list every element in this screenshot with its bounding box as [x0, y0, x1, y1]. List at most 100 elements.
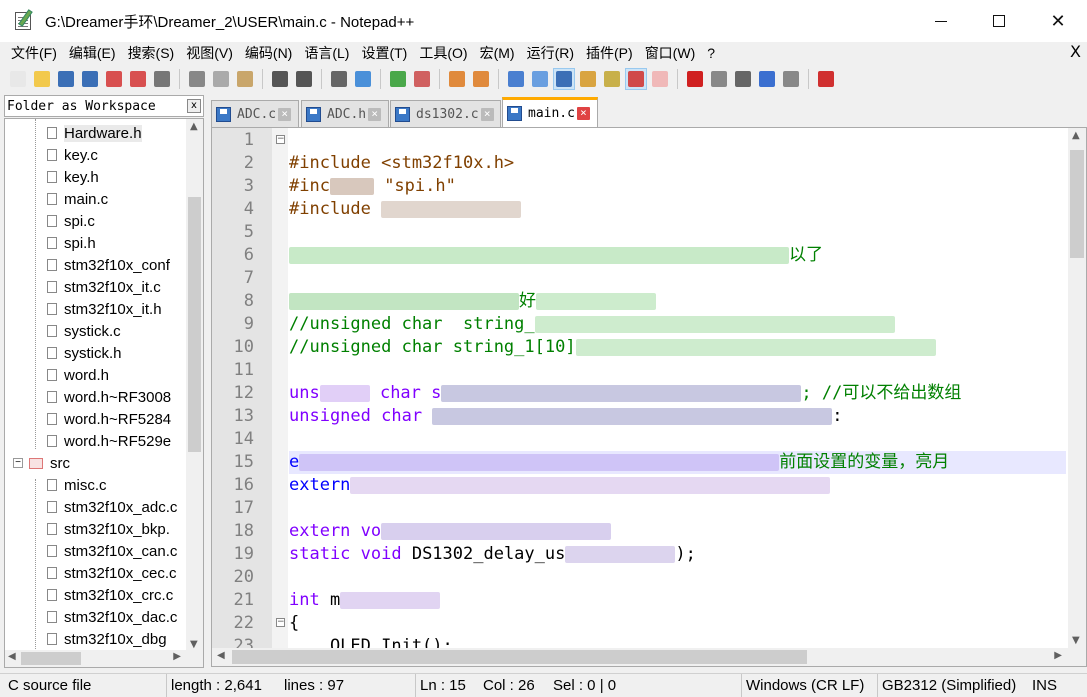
record-macro-button[interactable] [685, 69, 705, 89]
scroll-left-icon[interactable]: ◀ [217, 650, 225, 661]
scroll-right-icon[interactable]: ▶ [1054, 650, 1062, 661]
tree-file[interactable]: spi.h [5, 232, 189, 254]
fold-collapse-icon[interactable]: − [276, 135, 285, 144]
scroll-up-icon[interactable]: ▲ [190, 121, 198, 132]
collapse-icon[interactable]: − [13, 458, 23, 468]
status-encoding[interactable]: GB2312 (Simplified) [877, 674, 1016, 697]
zoom-out-button[interactable] [412, 69, 432, 89]
run-macro-multiple-button[interactable] [757, 69, 777, 89]
open-file-button[interactable] [32, 69, 52, 89]
word-wrap-button[interactable] [506, 69, 526, 89]
document-tab[interactable]: ADC.h × [301, 100, 389, 127]
document-tab[interactable]: main.c × [502, 97, 598, 127]
tab-close-icon[interactable]: × [368, 107, 382, 121]
menu-item[interactable]: ? [701, 45, 721, 61]
tree-file[interactable]: systick.h [5, 342, 189, 364]
tree-vertical-scrollbar[interactable]: ▲ ▼ [186, 119, 203, 652]
paste-button[interactable] [235, 69, 255, 89]
menu-item[interactable]: 视图(V) [180, 43, 239, 63]
tree-file[interactable]: stm32f10x_crc.c [5, 584, 189, 606]
editor-horizontal-scrollbar[interactable]: ◀ ▶ [212, 648, 1086, 666]
find-button[interactable] [329, 69, 349, 89]
minimize-button[interactable] [912, 0, 970, 42]
status-eol[interactable]: Windows (CR LF) [741, 674, 864, 697]
tree-horizontal-scrollbar[interactable]: ◀ ▶ [5, 650, 203, 667]
tree-file[interactable]: word.h~RF3008 [5, 386, 189, 408]
tree-file[interactable]: stm32f10x_bkp. [5, 518, 189, 540]
document-tab[interactable]: ds1302.c × [390, 100, 501, 127]
close-document-button[interactable]: X [1070, 42, 1081, 61]
tree-file[interactable]: stm32f10x_it.h [5, 298, 189, 320]
menu-item[interactable]: 工具(O) [413, 43, 473, 63]
tree-file[interactable]: stm32f10x_dbg [5, 628, 189, 650]
save-button[interactable] [56, 69, 76, 89]
menu-item[interactable]: 语言(L) [298, 43, 355, 63]
tree-file[interactable]: stm32f10x_it.c [5, 276, 189, 298]
indent-guide-button[interactable] [553, 67, 575, 90]
tree-file[interactable]: stm32f10x_cec.c [5, 562, 189, 584]
save-macro-button[interactable] [781, 69, 801, 89]
replace-button[interactable] [353, 69, 373, 89]
print-button[interactable] [152, 69, 172, 89]
close-all-button[interactable] [128, 69, 148, 89]
tree-file[interactable]: main.c [5, 188, 189, 210]
copy-button[interactable] [211, 69, 231, 89]
menu-item[interactable]: 插件(P) [580, 43, 639, 63]
tree-file[interactable]: word.h~RF5284 [5, 408, 189, 430]
tree-file[interactable]: stm32f10x_adc.c [5, 496, 189, 518]
scroll-thumb[interactable] [21, 652, 81, 665]
menu-item[interactable]: 编辑(E) [63, 43, 122, 63]
tree-file[interactable]: Hardware.h [5, 122, 189, 144]
tree-file[interactable]: stm32f10x_conf [5, 254, 189, 276]
tab-close-icon[interactable]: × [576, 107, 590, 120]
scroll-thumb[interactable] [232, 650, 807, 664]
language-button[interactable] [578, 69, 598, 89]
new-file-button[interactable] [8, 69, 28, 89]
menu-item[interactable]: 编码(N) [239, 43, 298, 63]
menu-item[interactable]: 设置(T) [355, 43, 413, 63]
menu-item[interactable]: 文件(F) [0, 43, 63, 63]
menu-item[interactable]: 搜索(S) [122, 43, 181, 63]
document-tab[interactable]: ADC.c × [211, 100, 299, 127]
spell-check-button[interactable] [816, 69, 836, 89]
tree-file[interactable]: key.c [5, 144, 189, 166]
scroll-left-icon[interactable]: ◀ [8, 651, 16, 662]
editor-vertical-scrollbar[interactable]: ▲ ▼ [1068, 128, 1086, 648]
menu-item[interactable]: 运行(R) [521, 43, 580, 63]
panel-close-button[interactable]: x [187, 99, 201, 113]
folder-workspace-button[interactable] [625, 67, 647, 90]
tree-file[interactable]: stm32f10x_dac.c [5, 606, 189, 628]
close-window-button[interactable]: ✕ [1029, 0, 1087, 42]
tab-close-icon[interactable]: × [480, 107, 494, 121]
play-macro-button[interactable] [733, 69, 753, 89]
tree-file[interactable]: word.h~RF529e [5, 430, 189, 452]
scroll-right-icon[interactable]: ▶ [173, 651, 181, 662]
tree-file[interactable]: spi.c [5, 210, 189, 232]
tree-folder[interactable]: − src [5, 452, 189, 474]
tree-file[interactable]: systick.c [5, 320, 189, 342]
sync-vertical-button[interactable] [447, 69, 467, 89]
tab-close-icon[interactable]: × [278, 107, 292, 121]
scroll-thumb[interactable] [188, 197, 201, 452]
cut-button[interactable] [187, 69, 207, 89]
redo-button[interactable] [294, 69, 314, 89]
menu-item[interactable]: 宏(M) [474, 43, 521, 63]
function-list-button[interactable] [602, 69, 622, 89]
tree-file[interactable]: misc.c [5, 474, 189, 496]
zoom-in-button[interactable] [388, 69, 408, 89]
scroll-down-icon[interactable]: ▼ [1072, 635, 1080, 646]
show-all-chars-button[interactable] [530, 69, 550, 89]
close-button[interactable] [104, 69, 124, 89]
tree-file[interactable]: key.h [5, 166, 189, 188]
scroll-up-icon[interactable]: ▲ [1072, 130, 1080, 141]
scroll-thumb[interactable] [1070, 150, 1084, 258]
undo-button[interactable] [270, 69, 290, 89]
document-map-button[interactable] [650, 69, 670, 89]
tree-file[interactable]: stm32f10x_can.c [5, 540, 189, 562]
maximize-button[interactable] [970, 0, 1028, 42]
tree-file[interactable]: word.h [5, 364, 189, 386]
sync-horizontal-button[interactable] [471, 69, 491, 89]
code-editor[interactable]: 1 2 3 4 5 6 7 8 9 10 11 12 13 14 15 16 17 18 19 20 21 22 23 #i… [211, 127, 1087, 667]
scroll-down-icon[interactable]: ▼ [190, 639, 198, 650]
stop-record-button[interactable] [709, 69, 729, 89]
